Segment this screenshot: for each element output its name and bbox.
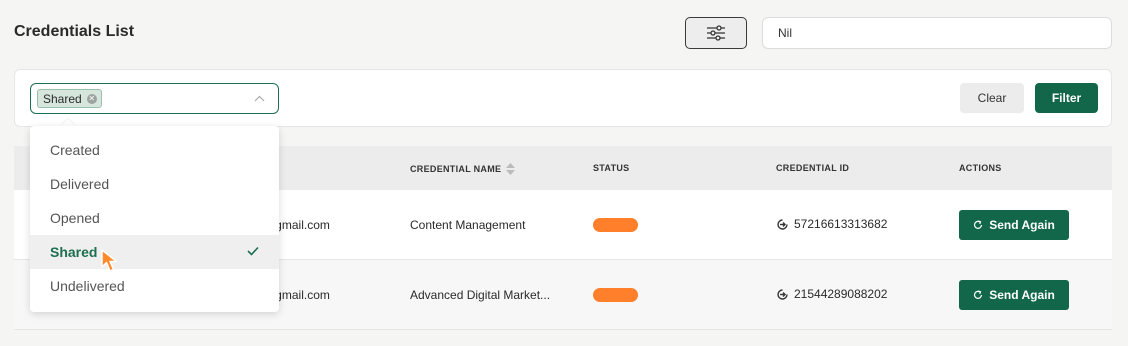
checkmark-icon (247, 246, 259, 256)
filter-panel: Shared ✕ Clear Filter (14, 69, 1112, 127)
column-label: CREDENTIAL NAME (410, 164, 502, 174)
credential-id-cell: 57216613313682 (776, 217, 887, 231)
option-opened[interactable]: Opened (30, 201, 279, 235)
page-title: Credentials List (14, 23, 135, 40)
status-dropdown-menu: Created Delivered Opened Shared Undelive… (30, 126, 279, 312)
option-shared[interactable]: Shared (30, 235, 279, 269)
credential-name-cell: Advanced Digital Market... (410, 288, 551, 302)
selected-tag: Shared ✕ (37, 89, 102, 108)
search-input[interactable] (762, 17, 1112, 49)
refresh-arrow-icon (777, 288, 788, 300)
column-header-actions: ACTIONS (959, 163, 1002, 173)
status-badge (593, 288, 638, 302)
refresh-arrow-icon (777, 218, 788, 230)
status-select[interactable]: Shared ✕ (30, 83, 279, 114)
status-badge (593, 218, 638, 232)
sliders-icon (707, 25, 725, 41)
credential-id: 57216613313682 (794, 217, 888, 231)
send-again-button[interactable]: Send Again (959, 210, 1069, 240)
retry-icon (974, 220, 983, 229)
chevron-up-icon (254, 95, 265, 102)
mouse-pointer-icon (101, 249, 118, 272)
column-header-status: STATUS (593, 163, 630, 173)
filter-toggle-button[interactable] (685, 17, 747, 49)
retry-icon (974, 290, 983, 299)
credential-id-cell: 21544289088202 (776, 287, 887, 301)
column-header-credential-name[interactable]: CREDENTIAL NAME (410, 163, 516, 175)
sort-icon (506, 163, 516, 175)
clear-button[interactable]: Clear (960, 83, 1024, 113)
option-delivered[interactable]: Delivered (30, 167, 279, 201)
send-again-button[interactable]: Send Again (959, 280, 1069, 310)
send-again-label: Send Again (989, 218, 1055, 232)
option-undelivered[interactable]: Undelivered (30, 269, 279, 303)
credential-id: 21544289088202 (794, 287, 888, 301)
tag-close-icon[interactable]: ✕ (86, 93, 97, 104)
option-created[interactable]: Created (30, 133, 279, 167)
filter-button[interactable]: Filter (1035, 83, 1098, 113)
column-header-credential-id: CREDENTIAL ID (776, 163, 850, 173)
option-label: Shared (50, 244, 98, 260)
selected-tag-label: Shared (43, 91, 82, 106)
credential-name-cell: Content Management (410, 218, 526, 232)
send-again-label: Send Again (989, 288, 1055, 302)
